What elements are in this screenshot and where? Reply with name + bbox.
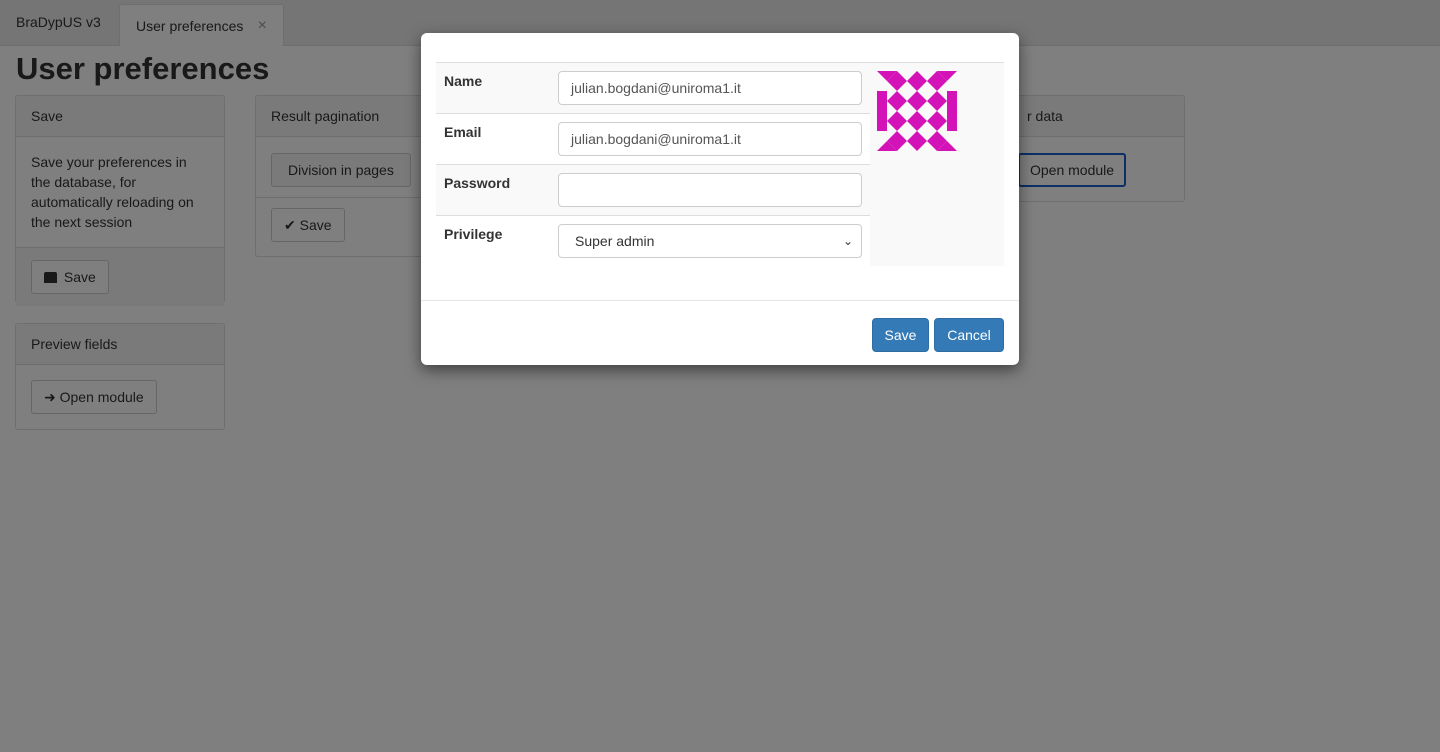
- email-row: Email julian.bogdani@uniroma1.it: [436, 113, 870, 164]
- modal-footer: Save Cancel: [421, 300, 1019, 366]
- avatar-cell: [870, 62, 1004, 266]
- edit-user-modal: Name julian.bogdani@uniroma1.it Email ju…: [421, 33, 1019, 365]
- name-label: Name: [444, 73, 483, 89]
- name-input[interactable]: julian.bogdani@uniroma1.it: [558, 71, 862, 105]
- name-row: Name julian.bogdani@uniroma1.it: [436, 62, 870, 113]
- privilege-label: Privilege: [444, 226, 503, 242]
- privilege-select[interactable]: Super admin ⌄: [558, 224, 862, 258]
- modal-cancel-button[interactable]: Cancel: [934, 318, 1004, 352]
- chevron-down-icon: ⌄: [842, 234, 853, 248]
- modal-save-button[interactable]: Save: [872, 318, 929, 352]
- password-label: Password: [444, 175, 511, 191]
- password-row: Password: [436, 164, 870, 215]
- privilege-row: Privilege Super admin ⌄: [436, 215, 870, 266]
- privilege-select-value: Super admin: [575, 233, 655, 249]
- email-label: Email: [444, 124, 482, 140]
- email-input[interactable]: julian.bogdani@uniroma1.it: [558, 122, 862, 156]
- user-form-table: Name julian.bogdani@uniroma1.it Email ju…: [436, 62, 870, 266]
- avatar: [877, 71, 957, 151]
- password-input[interactable]: [558, 173, 862, 207]
